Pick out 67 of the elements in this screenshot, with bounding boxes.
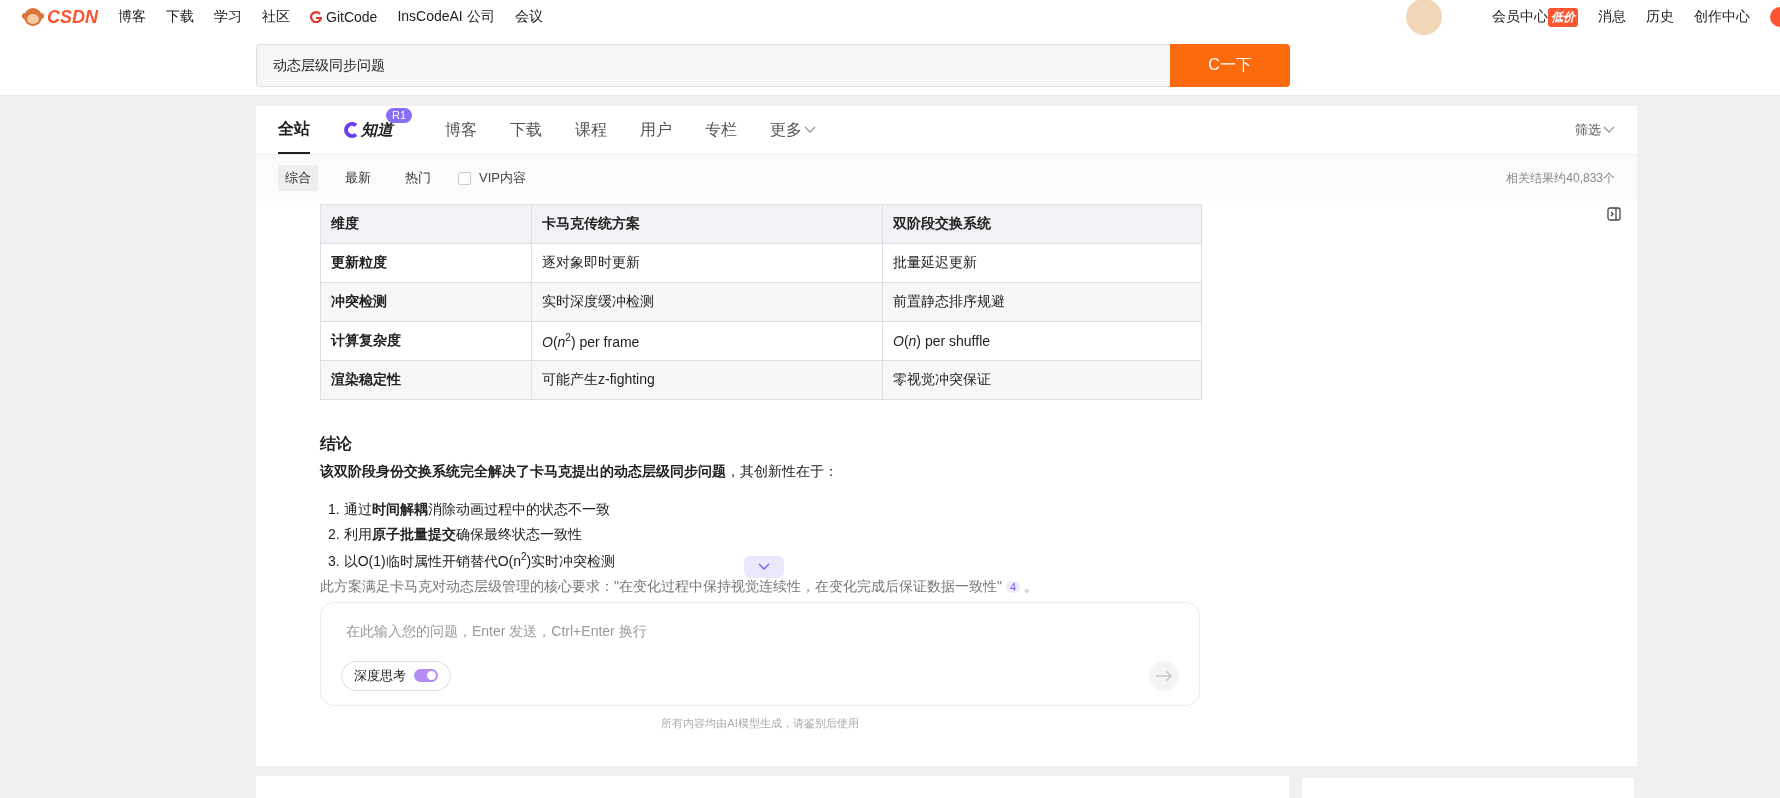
column-header: 维度 [320, 204, 532, 244]
list-item: 通过时间解耦消除动画过程中的状态不一致 [343, 501, 610, 519]
table-cell: 零视觉冲突保证 [882, 360, 1202, 400]
list-number: 3. [328, 552, 340, 569]
table-cell: 冲突检测 [320, 282, 532, 322]
chevron-down-icon [804, 126, 817, 134]
table-cell: O(n) per shuffle [882, 321, 1202, 361]
column-header: 双阶段交换系统 [882, 204, 1202, 244]
list-number: 1. [328, 501, 340, 517]
paragraph: 该双阶段身份交换系统完全解决了卡马克提出的动态层级同步问题，其创新性在于： [320, 463, 839, 481]
sort-option[interactable]: 综合 [278, 165, 318, 191]
list-item: 以O(1)临时属性开销替代O(n$^{2}$)实时冲突检测 [343, 551, 616, 571]
more-tab[interactable]: 更多 [770, 106, 817, 154]
checkbox[interactable] [458, 171, 471, 185]
disclaimer: 所有内容均由AI模型生成，请鉴别后使用 [660, 715, 860, 731]
deep-think-toggle[interactable]: 深度思考 [341, 660, 451, 691]
citation-badge[interactable]: 4 [1005, 580, 1021, 593]
table-cell: 逐对象即时更新 [531, 243, 883, 283]
nav-link[interactable]: 博客 [118, 8, 146, 26]
scroll-down-button[interactable] [744, 555, 784, 578]
nav-link[interactable]: 创作中心 [1694, 8, 1750, 26]
price-badge: 低价 [1548, 7, 1578, 27]
nav-link[interactable]: 下载 [166, 8, 194, 26]
sort-option[interactable]: 热门 [398, 165, 438, 191]
table-cell: 实时深度缓冲检测 [531, 282, 883, 322]
nav-link[interactable]: 会员中心 [1492, 8, 1548, 26]
nav-link[interactable]: 消息 [1598, 8, 1626, 26]
nav-link[interactable]: 历史 [1646, 8, 1674, 26]
tab[interactable]: 用户 [640, 106, 673, 154]
tab[interactable]: 博客 [445, 106, 478, 154]
sort-option[interactable]: 最新 [338, 165, 378, 191]
list-item: 利用原子批量提交确保最终状态一致性 [343, 526, 582, 544]
table-cell: 可能产生z-fighting [531, 360, 883, 400]
send-button[interactable] [1149, 660, 1179, 691]
list-number: 2. [328, 526, 340, 542]
arrow-right-icon [1155, 669, 1173, 682]
table-cell: 批量延迟更新 [882, 243, 1202, 283]
table-cell: 更新粒度 [320, 243, 532, 283]
section-heading: 结论 [320, 434, 353, 454]
gitcode-icon [310, 11, 322, 23]
table-cell: 渲染稳定性 [320, 360, 532, 400]
column-header: 卡马克传统方案 [531, 204, 883, 244]
c-logo-icon [343, 122, 359, 138]
tab[interactable]: 下载 [510, 106, 543, 154]
sidebar-toggle-icon[interactable] [1607, 207, 1621, 221]
tab[interactable]: 专栏 [705, 106, 738, 154]
table-cell: 计算复杂度 [320, 321, 532, 361]
table-cell: O(n$^{2}$) per frame [531, 321, 883, 361]
punctuation: 。 [1024, 577, 1039, 596]
tab[interactable]: 课程 [575, 106, 608, 154]
paragraph: 此方案满足卡马克对动态层级管理的核心要求："在变化过程中保持视觉连续性，在变化完成后保证数据一致性" [320, 577, 1002, 596]
nav-link[interactable]: 学习 [214, 8, 242, 26]
filter-menu[interactable]: 筛选 [1575, 121, 1615, 139]
avatar[interactable] [1406, 0, 1442, 35]
chevron-down-icon [1603, 126, 1615, 134]
switch[interactable] [414, 669, 438, 683]
monkey-icon [22, 7, 44, 27]
model-badge: R1 [386, 108, 413, 123]
search-field[interactable]: 动态层级同步问题 [256, 44, 1170, 87]
table-cell: 前置静态排序规避 [882, 282, 1202, 322]
nav-link[interactable]: 会议 [514, 8, 543, 26]
nav-link[interactable]: 社区 [262, 8, 290, 26]
nav-link[interactable]: InsCodeAI 公司 [397, 8, 495, 26]
result-count: 相关结果约40,833个 [1506, 169, 1615, 187]
chevron-down-icon [758, 562, 770, 571]
nav-link[interactable]: GitCode [310, 9, 378, 25]
checkbox-label: VIP内容 [479, 169, 526, 187]
